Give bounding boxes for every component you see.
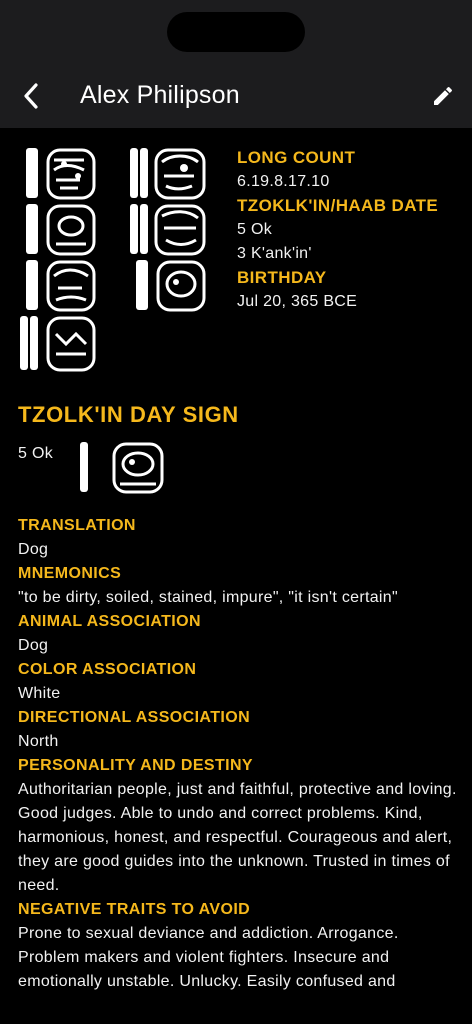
- detail-label: NEGATIVE TRAITS TO AVOID: [18, 901, 251, 918]
- dynamic-island: [167, 12, 305, 52]
- detail-value: North: [18, 733, 59, 750]
- detail-value: White: [18, 685, 61, 702]
- back-button[interactable]: [16, 80, 48, 112]
- status-bar: [0, 0, 472, 62]
- day-sign-details: TRANSLATION Dog MNEMONICS "to be dirty, …: [18, 514, 458, 994]
- navigation-bar: Alex Philipson: [0, 62, 472, 128]
- detail-label: MNEMONICS: [18, 565, 122, 582]
- day-sign-title: TZOLK'IN DAY SIGN: [18, 402, 239, 427]
- detail-value: Authoritarian people, just and faithful,…: [18, 781, 457, 894]
- detail-label: PERSONALITY AND DESTINY: [18, 757, 254, 774]
- haab-value: 3 K'ank'in': [237, 245, 312, 262]
- detail-value: Dog: [18, 541, 49, 558]
- detail-value: "to be dirty, soiled, stained, impure", …: [18, 589, 398, 606]
- long-count-glyph-katun: [130, 148, 206, 200]
- detail-value: Prone to sexual deviance and addiction. …: [18, 925, 399, 990]
- pencil-icon: [434, 87, 452, 105]
- day-sign-value: 5 Ok: [18, 445, 53, 462]
- edit-button[interactable]: [428, 81, 458, 111]
- birthday-value: Jul 20, 365 BCE: [237, 293, 358, 310]
- long-count-glyph-day: [136, 260, 206, 312]
- detail-value: Dog: [18, 637, 49, 654]
- long-count-glyph-tun: [26, 204, 96, 256]
- long-count-glyph-baktun: [26, 148, 96, 200]
- day-sign-section: TZOLK'IN DAY SIGN: [18, 402, 458, 428]
- long-count-value: 6.19.8.17.10: [237, 173, 330, 190]
- page-title: Alex Philipson: [80, 81, 240, 109]
- day-sign-glyph: [80, 442, 164, 494]
- birthday-label: BIRTHDAY: [237, 268, 327, 287]
- tzolkin-value: 5 Ok: [237, 221, 272, 238]
- detail-label: COLOR ASSOCIATION: [18, 661, 197, 678]
- detail-label: TRANSLATION: [18, 517, 136, 534]
- long-count-label: LONG COUNT: [237, 148, 356, 167]
- chevron-left-icon: [24, 83, 38, 109]
- date-info: LONG COUNT 6.19.8.17.10 TZOKLK'IN/HAAB D…: [237, 146, 462, 314]
- detail-label: DIRECTIONAL ASSOCIATION: [18, 709, 251, 726]
- long-count-glyph-winal: [130, 204, 206, 256]
- detail-label: ANIMAL ASSOCIATION: [18, 613, 201, 630]
- long-count-glyph-kin: [26, 260, 96, 312]
- tzolkin-haab-label: TZOKLK'IN/HAAB DATE: [237, 196, 439, 215]
- long-count-glyph-month: [20, 316, 96, 372]
- day-sign-row: 5 Ok: [18, 440, 318, 500]
